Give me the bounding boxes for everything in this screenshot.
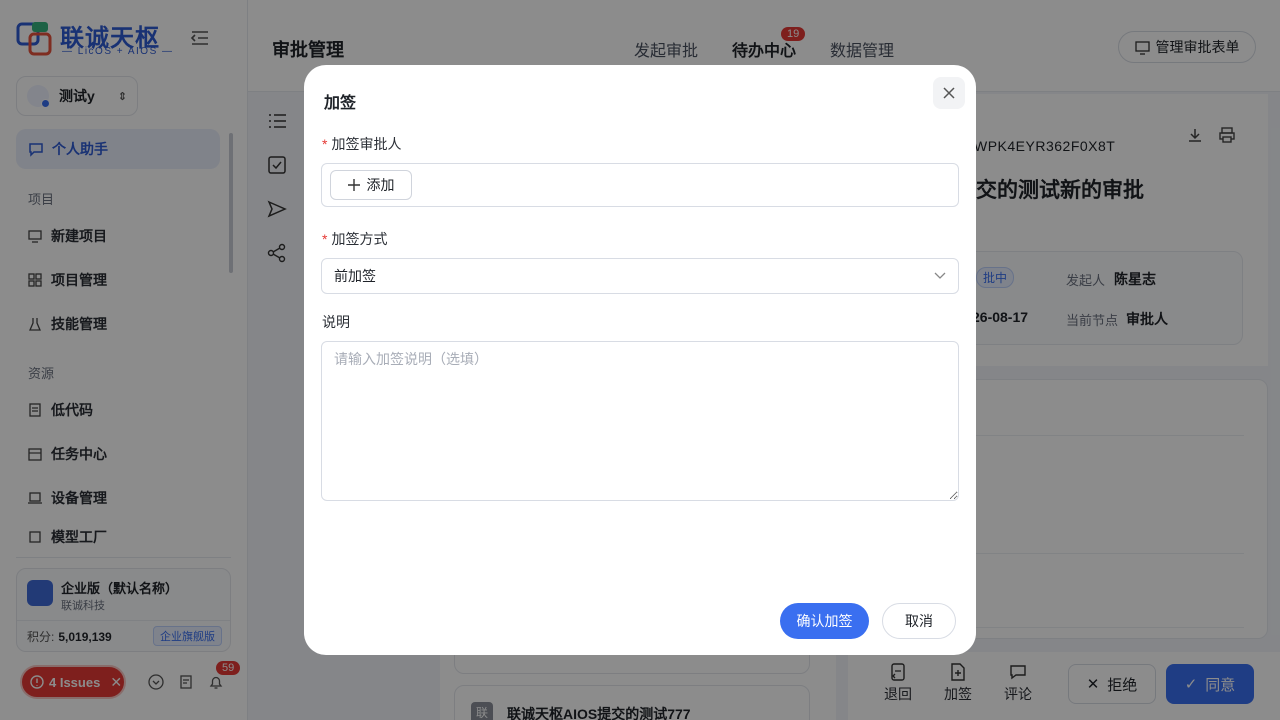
dialog-title: 加签 bbox=[324, 95, 357, 112]
confirm-add-sign-button[interactable]: 确认加签 bbox=[780, 603, 869, 639]
approver-field[interactable]: 添加 bbox=[321, 163, 959, 207]
desc-textarea[interactable] bbox=[321, 341, 959, 501]
method-selected-value: 前加签 bbox=[334, 268, 376, 284]
required-mark: * bbox=[322, 231, 328, 247]
add-approver-label: 添加 bbox=[366, 177, 395, 193]
add-approver-button[interactable]: 添加 bbox=[330, 170, 412, 200]
method-field-label: * 加签方式 bbox=[322, 229, 387, 249]
required-mark: * bbox=[322, 136, 328, 152]
chevron-down-icon bbox=[934, 272, 946, 279]
add-sign-dialog: 加签 *加签审批人 添加 *加签方式 前加签 说明 确认加签 取消 bbox=[304, 65, 976, 655]
desc-field-label: 说明 bbox=[322, 314, 350, 330]
method-label-text: 加签方式 bbox=[331, 231, 388, 247]
dialog-close-button[interactable] bbox=[933, 77, 965, 109]
plus-icon bbox=[347, 179, 360, 191]
close-icon bbox=[943, 87, 955, 99]
method-select[interactable]: 前加签 bbox=[321, 258, 959, 294]
approver-label-text: 加签审批人 bbox=[331, 136, 402, 152]
cancel-button[interactable]: 取消 bbox=[882, 603, 956, 639]
approver-field-label: * 加签审批人 bbox=[322, 134, 401, 154]
